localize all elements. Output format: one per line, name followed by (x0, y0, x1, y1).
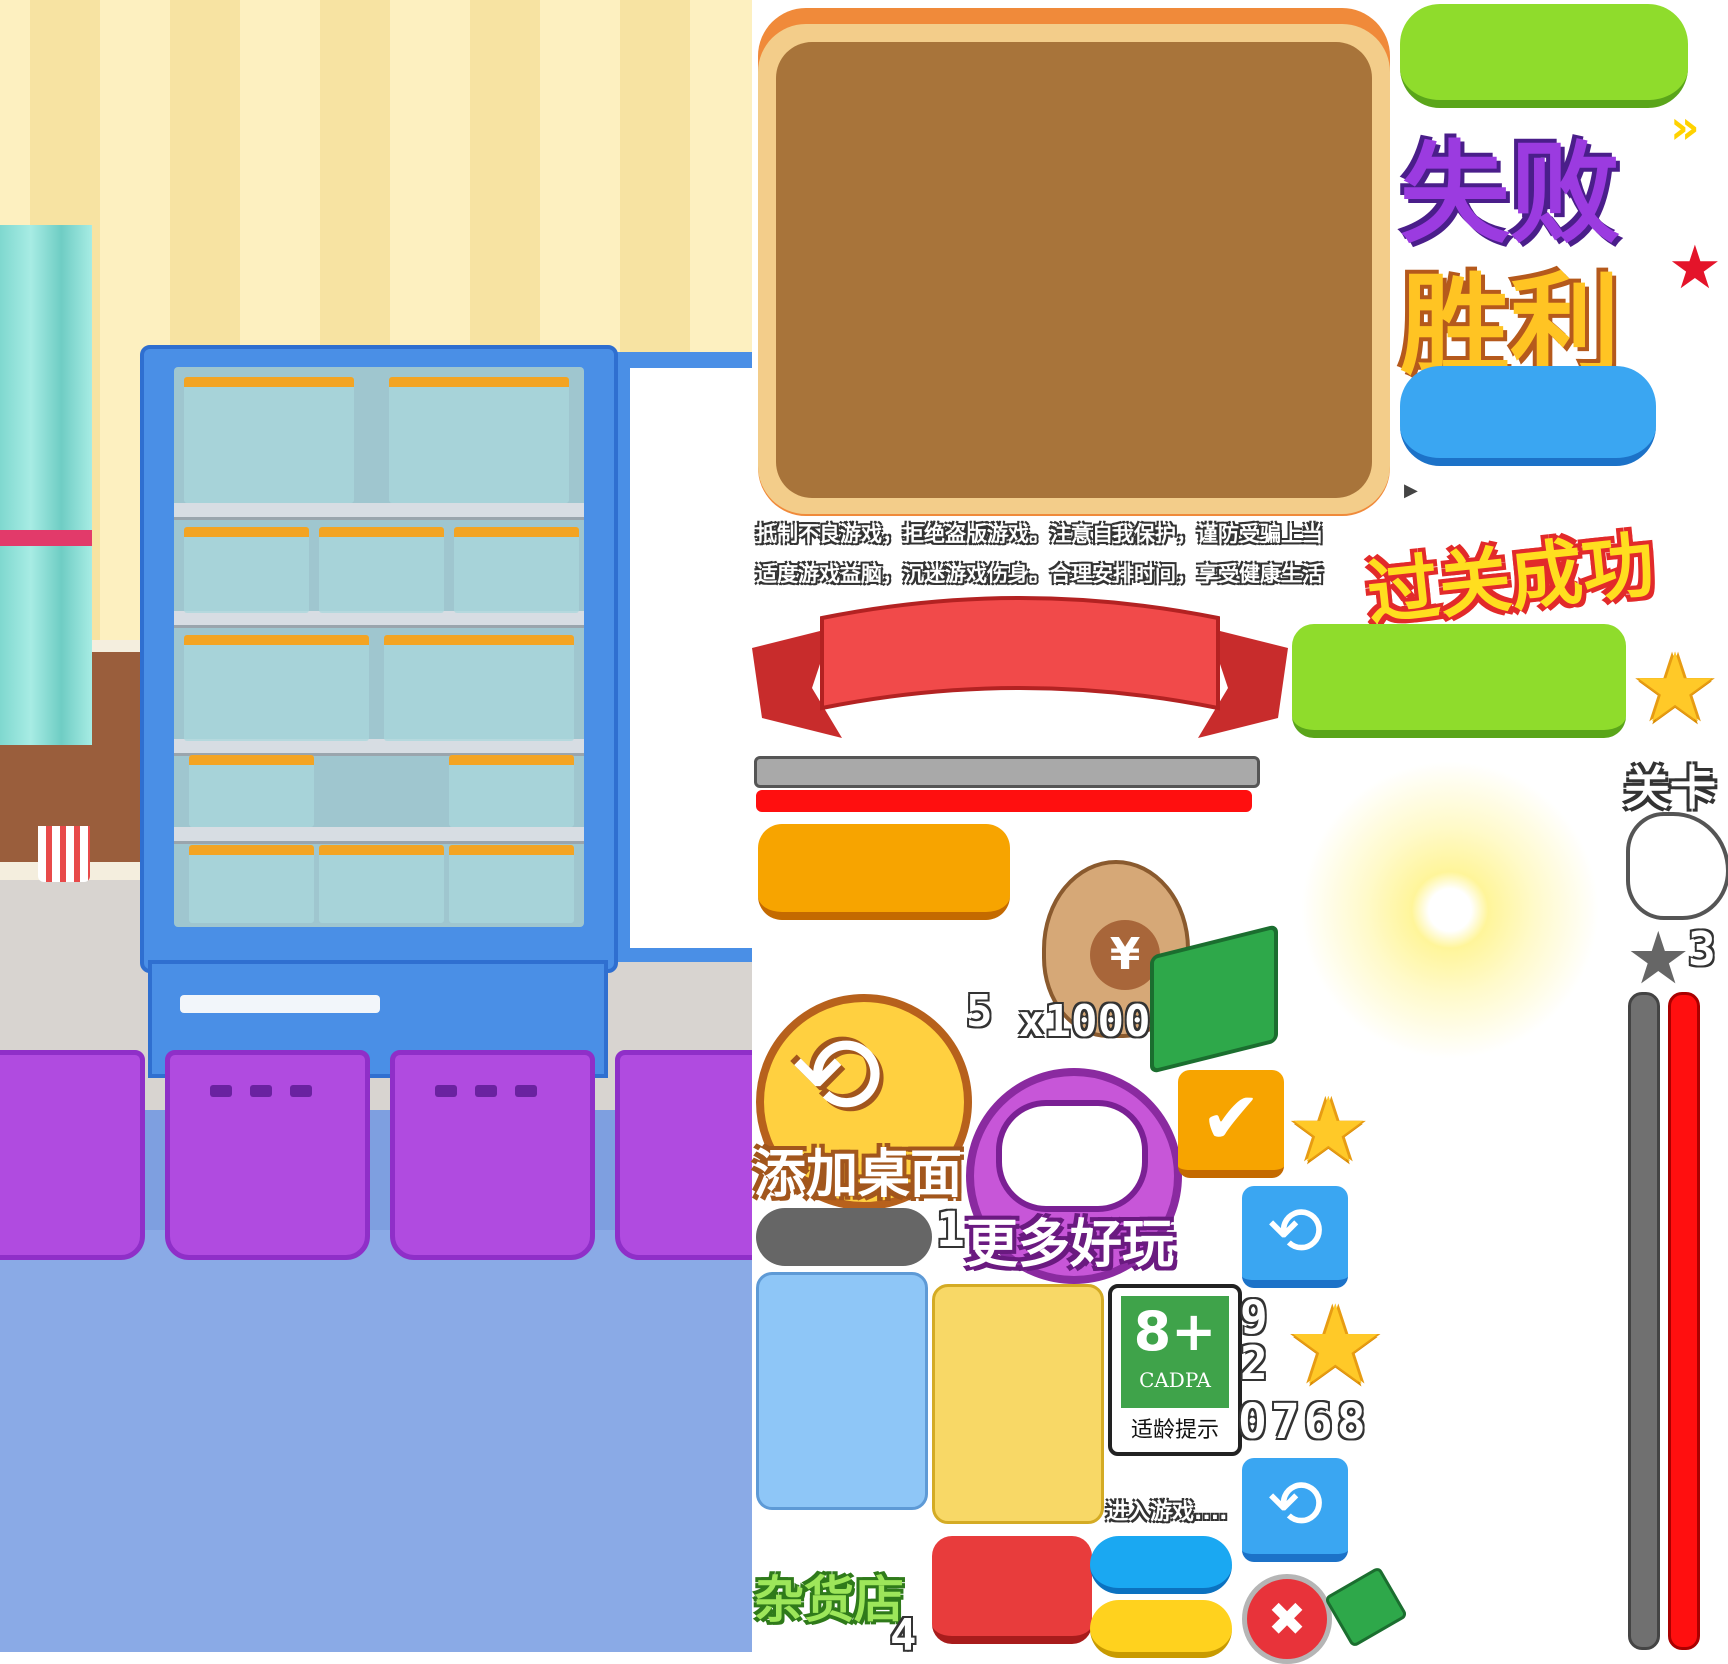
grey-pill-button[interactable] (756, 1208, 932, 1266)
reward-multiplier: x1000 (1018, 996, 1151, 1047)
number-four: 4 (890, 1610, 917, 1661)
star-icon: ★ (1288, 1078, 1369, 1183)
fridge-shelf (174, 503, 584, 520)
vertical-progress-track (1628, 992, 1660, 1650)
age-rating-org: CADPA (1139, 1368, 1211, 1392)
sunburst-effect (1300, 760, 1600, 1060)
ribbon-banner (752, 596, 1288, 738)
back-arrow-icon: ⟲ (790, 1011, 883, 1139)
goods-bin-milk-cartons[interactable] (389, 377, 569, 503)
digit-strip: 0768 (1238, 1394, 1370, 1450)
play-icon: ▶ (1404, 480, 1418, 501)
double-arrow-icon: » (1670, 100, 1700, 154)
number-two: 2 (1240, 1336, 1268, 1390)
goods-bin-cups[interactable] (184, 527, 309, 613)
star-icon-large: ★ (1286, 1281, 1385, 1409)
number-three: 3 (1688, 922, 1716, 976)
orange-button[interactable] (758, 824, 1010, 920)
yellow-panel (932, 1284, 1104, 1524)
fridge-drawer-handle[interactable] (180, 995, 380, 1013)
fridge-shelf (174, 611, 584, 628)
dialog-board (776, 42, 1372, 498)
goods-bin-burgers[interactable] (189, 845, 314, 923)
check-icon: ✔ (1200, 1076, 1262, 1160)
age-rating-badge: 8+ CADPA 适龄提示 (1108, 1284, 1242, 1456)
close-button[interactable]: ✖ (1242, 1574, 1332, 1664)
level-label: 关卡 (1624, 761, 1716, 815)
game-scene (0, 0, 752, 1652)
fridge (140, 345, 618, 973)
goods-bin-jars[interactable] (384, 635, 574, 741)
grey-star-icon: ★ (1626, 916, 1691, 1000)
confirm-button[interactable]: ✔ (1178, 1070, 1284, 1178)
blue-button-large[interactable] (1400, 366, 1656, 466)
pointing-hand-icon (1626, 812, 1728, 920)
fridge-interior (174, 367, 584, 927)
curtain (0, 225, 92, 745)
shopping-basket[interactable] (0, 1050, 145, 1260)
retry-button[interactable]: ⟲ (1242, 1186, 1348, 1288)
shopping-basket[interactable] (615, 1050, 752, 1260)
add-desktop-label: 添加桌面 (754, 1145, 963, 1205)
goods-bin-blue-cups[interactable] (319, 845, 444, 923)
more-games-label: 更多好玩 (966, 1215, 1175, 1275)
blue-panel (756, 1272, 928, 1510)
age-hint-label: 适龄提示 (1130, 1418, 1219, 1443)
fridge-shelf (174, 739, 584, 756)
popcorn-box[interactable] (38, 826, 90, 882)
goods-bin-eggs[interactable] (449, 755, 574, 827)
number-one: 1 (936, 1202, 965, 1258)
gamepad-icon (996, 1100, 1148, 1212)
goods-bin-plates[interactable] (454, 527, 579, 613)
shopping-basket[interactable] (390, 1050, 595, 1260)
refresh-icon: ⟲ (1266, 1192, 1324, 1271)
red-star-icon: ★ (1668, 233, 1722, 303)
level-clear-title: 过关成功 (1363, 522, 1659, 636)
blue-button-small[interactable] (1090, 1536, 1232, 1594)
shopping-basket[interactable] (165, 1050, 370, 1260)
loading-text: 进入游戏.... (1106, 1500, 1228, 1525)
red-button[interactable] (932, 1536, 1092, 1644)
yellow-button-small[interactable] (1090, 1600, 1232, 1658)
goods-bin-red-boxes[interactable] (189, 755, 314, 827)
cash-icon-small (1323, 1565, 1409, 1649)
goods-bin-crackers[interactable] (319, 527, 444, 613)
star-icon: ★ (1632, 632, 1719, 744)
goods-bin-green-baskets[interactable] (184, 377, 354, 503)
green-button-large[interactable] (1400, 4, 1688, 108)
health-notice-line2: 适度游戏益脑，沉迷游戏伤身。合理安排时间，享受健康生活 (756, 562, 1323, 586)
fridge-shelf (174, 827, 584, 844)
health-notice-line1: 抵制不良游戏，拒绝盗版游戏。注意自我保护，谨防受骗上当 (756, 522, 1323, 546)
curtain-tie (0, 530, 92, 546)
floor (0, 1230, 752, 1652)
age-rating-number: 8+ (1133, 1300, 1217, 1363)
vertical-progress-fill (1668, 992, 1700, 1650)
progress-bar-track (754, 756, 1260, 788)
progress-bar-fill (756, 790, 1252, 812)
retry-button[interactable]: ⟲ (1242, 1458, 1348, 1562)
goods-bin-snacks[interactable] (449, 845, 574, 923)
goods-bin-yogurt-tubs[interactable] (184, 635, 369, 741)
fridge-door-glass (630, 368, 752, 948)
refresh-icon: ⟲ (1266, 1465, 1324, 1544)
number-five: 5 (966, 986, 993, 1037)
grocery-store-label: 杂货店 (754, 1571, 904, 1629)
green-button[interactable] (1292, 624, 1626, 738)
